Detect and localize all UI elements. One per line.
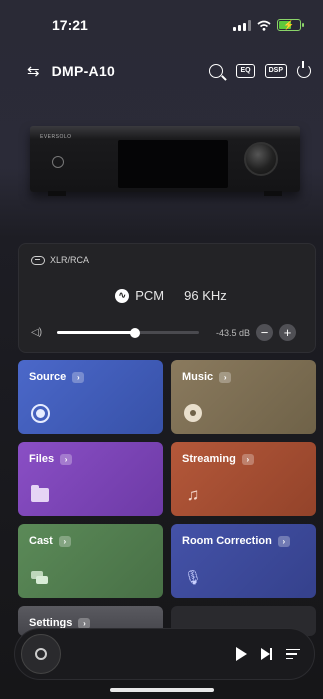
room-correction-title: Room Correction › <box>182 535 290 547</box>
power-icon[interactable] <box>297 61 311 78</box>
chevron-right-icon: › <box>58 535 71 547</box>
wifi-icon <box>257 20 271 31</box>
playback-controls <box>236 647 300 661</box>
source-label: Source <box>29 371 67 383</box>
device-foot <box>48 191 66 196</box>
amplifier-body: EVERSOLO <box>30 126 300 196</box>
status-icons: ⚡ <box>233 19 304 31</box>
cellular-signal-icon <box>233 19 251 31</box>
device-image: EVERSOLO <box>22 120 308 202</box>
streaming-tile[interactable]: Streaming › ♫ <box>171 442 316 516</box>
volume-value: -43.5 dB <box>215 327 250 338</box>
device-name[interactable]: DMP-A10 <box>52 63 210 79</box>
files-title: Files › <box>29 453 73 465</box>
device-volume-knob <box>244 142 278 176</box>
app-header: ⇆ DMP-A10 EQ DSP <box>0 58 323 84</box>
chevron-right-icon: › <box>241 453 254 465</box>
chevron-right-icon: › <box>78 617 91 629</box>
eq-button[interactable]: EQ <box>236 64 255 78</box>
microphone-icon: 🎙 <box>184 568 202 585</box>
source-title: Source › <box>29 371 85 383</box>
room-correction-tile[interactable]: Room Correction › 🎙 <box>171 524 316 598</box>
chevron-right-icon: › <box>72 371 85 383</box>
search-icon[interactable] <box>209 64 224 78</box>
mini-player[interactable] <box>14 628 315 680</box>
status-time: 17:21 <box>52 17 88 33</box>
folder-icon <box>30 485 50 505</box>
output-selector[interactable]: XLR/RCA <box>31 255 89 265</box>
cast-label: Cast <box>29 535 53 547</box>
home-indicator <box>110 688 214 692</box>
device-foot <box>264 191 282 196</box>
music-title: Music › <box>182 371 232 383</box>
album-art-disc-icon[interactable] <box>21 634 61 674</box>
chevron-right-icon: › <box>219 371 232 383</box>
source-tile[interactable]: Source › <box>18 360 163 434</box>
cast-icon <box>30 567 50 587</box>
switch-device-icon[interactable]: ⇆ <box>27 62 40 80</box>
streaming-label: Streaming <box>182 453 236 465</box>
volume-up-button[interactable]: + <box>279 324 296 341</box>
source-icon <box>30 403 50 423</box>
header-actions: EQ DSP <box>209 61 311 78</box>
status-bar: 17:21 ⚡ <box>0 0 323 50</box>
room-correction-label: Room Correction <box>182 535 272 547</box>
now-playing-card[interactable]: XLR/RCA ∿ PCM 96 KHz ◁) -43.5 dB − + <box>18 243 316 353</box>
volume-down-button[interactable]: − <box>256 324 273 341</box>
battery-charging-icon: ⚡ <box>277 19 304 31</box>
music-disc-icon <box>183 403 203 423</box>
speaker-icon[interactable]: ◁) <box>31 327 47 338</box>
music-tile[interactable]: Music › <box>171 360 316 434</box>
next-track-icon[interactable] <box>261 648 272 660</box>
play-icon[interactable] <box>236 647 247 661</box>
cast-tile[interactable]: Cast › <box>18 524 163 598</box>
sample-rate-label: 96 KHz <box>184 288 227 303</box>
pcm-icon: ∿ <box>115 288 130 303</box>
device-power-knob <box>52 156 64 168</box>
chevron-right-icon: › <box>60 453 73 465</box>
files-tile[interactable]: Files › <box>18 442 163 516</box>
device-brand-mark: EVERSOLO <box>40 134 72 140</box>
streaming-title: Streaming › <box>182 453 254 465</box>
output-port-icon <box>31 255 45 265</box>
files-label: Files <box>29 453 55 465</box>
cast-title: Cast › <box>29 535 71 547</box>
music-note-icon: ♫ <box>186 485 200 504</box>
chevron-right-icon: › <box>277 535 290 547</box>
queue-icon[interactable] <box>286 648 300 660</box>
volume-thumb[interactable] <box>130 327 141 338</box>
volume-slider[interactable] <box>57 327 199 338</box>
dsp-button[interactable]: DSP <box>264 64 287 78</box>
output-label: XLR/RCA <box>50 255 90 265</box>
format-info: ∿ PCM 96 KHz <box>19 288 315 303</box>
volume-row: ◁) -43.5 dB − + <box>31 324 307 341</box>
format-label: PCM <box>135 288 165 303</box>
volume-fill <box>57 331 136 334</box>
device-screen <box>118 140 228 188</box>
music-label: Music <box>182 371 214 383</box>
